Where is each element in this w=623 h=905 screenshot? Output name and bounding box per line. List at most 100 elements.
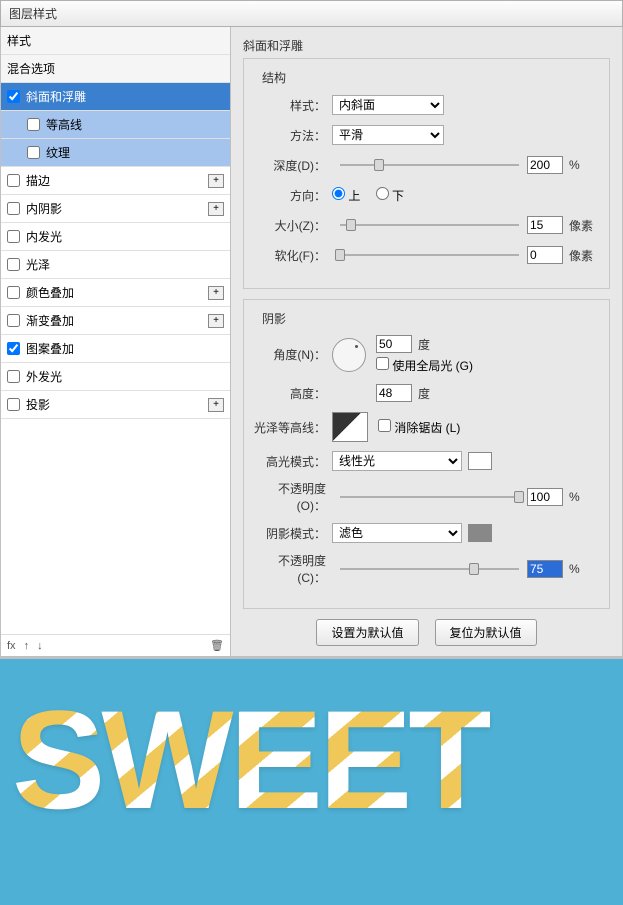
- checkbox-contour[interactable]: [27, 118, 40, 131]
- shading-group: 阴影 角度(N)： 度 使用全局光 (G) 高度：: [243, 299, 610, 609]
- checkbox-outer-glow[interactable]: [7, 370, 20, 383]
- add-stroke-button[interactable]: +: [208, 174, 224, 188]
- shading-title: 阴影: [258, 310, 290, 327]
- sidebar-item-label: 内发光: [26, 228, 62, 245]
- highlight-color-swatch[interactable]: [468, 452, 492, 470]
- checkbox-inner-glow[interactable]: [7, 230, 20, 243]
- sidebar-item-label: 渐变叠加: [26, 312, 74, 329]
- sidebar-item-label: 斜面和浮雕: [26, 88, 86, 105]
- shadow-mode-select[interactable]: 滤色: [332, 523, 462, 543]
- sidebar-header-label: 样式: [7, 32, 31, 49]
- sidebar-item-label: 等高线: [46, 116, 82, 133]
- fx-icon[interactable]: fx: [7, 640, 16, 652]
- reset-default-button[interactable]: 复位为默认值: [435, 619, 537, 646]
- checkbox-gradient-overlay[interactable]: [7, 314, 20, 327]
- altitude-input[interactable]: [376, 384, 412, 402]
- style-label: 样式：: [254, 97, 332, 114]
- main-content: 样式 混合选项 斜面和浮雕 等高线 纹理 描边 +: [0, 27, 623, 657]
- checkbox-satin[interactable]: [7, 258, 20, 271]
- checkbox-stroke[interactable]: [7, 174, 20, 187]
- antialias-checkbox[interactable]: 消除锯齿 (L): [378, 419, 460, 436]
- direction-label: 方向：: [254, 187, 332, 204]
- sidebar-item-texture[interactable]: 纹理: [1, 139, 230, 167]
- shadow-opacity-slider[interactable]: [340, 562, 519, 576]
- highlight-opacity-label: 不透明度(O)：: [254, 480, 332, 514]
- settings-panel: 斜面和浮雕 结构 样式： 内斜面 方法： 平滑 深度(D)： % 方向： 上: [231, 27, 622, 656]
- unit-px: 像素: [569, 247, 599, 264]
- checkbox-color-overlay[interactable]: [7, 286, 20, 299]
- sidebar-item-inner-glow[interactable]: 内发光: [1, 223, 230, 251]
- unit-deg: 度: [418, 385, 448, 402]
- soften-input[interactable]: [527, 246, 563, 264]
- soften-label: 软化(F)：: [254, 247, 332, 264]
- add-inner-shadow-button[interactable]: +: [208, 202, 224, 216]
- add-gradient-overlay-button[interactable]: +: [208, 314, 224, 328]
- checkbox-drop-shadow[interactable]: [7, 398, 20, 411]
- sidebar-header-blend[interactable]: 混合选项: [1, 55, 230, 83]
- angle-input[interactable]: [376, 335, 412, 353]
- sidebar-item-label: 颜色叠加: [26, 284, 74, 301]
- sidebar-header-label: 混合选项: [7, 60, 55, 77]
- shadow-color-swatch[interactable]: [468, 524, 492, 542]
- size-slider[interactable]: [340, 218, 519, 232]
- direction-radio-group: 上 下: [332, 187, 416, 204]
- checkbox-texture[interactable]: [27, 146, 40, 159]
- down-arrow-icon[interactable]: ↓: [37, 640, 43, 652]
- sidebar-item-contour[interactable]: 等高线: [1, 111, 230, 139]
- depth-slider[interactable]: [340, 158, 519, 172]
- structure-title: 结构: [258, 69, 290, 86]
- add-color-overlay-button[interactable]: +: [208, 286, 224, 300]
- method-select[interactable]: 平滑: [332, 125, 444, 145]
- sidebar-item-inner-shadow[interactable]: 内阴影 +: [1, 195, 230, 223]
- highlight-opacity-slider[interactable]: [340, 490, 519, 504]
- dialog-titlebar: 图层样式: [0, 0, 623, 27]
- dialog-title: 图层样式: [9, 7, 57, 21]
- checkbox-pattern-overlay[interactable]: [7, 342, 20, 355]
- add-drop-shadow-button[interactable]: +: [208, 398, 224, 412]
- sidebar-item-label: 描边: [26, 172, 50, 189]
- highlight-mode-label: 高光模式：: [254, 453, 332, 470]
- style-list: 样式 混合选项 斜面和浮雕 等高线 纹理 描边 +: [1, 27, 230, 634]
- sidebar-item-stroke[interactable]: 描边 +: [1, 167, 230, 195]
- method-label: 方法：: [254, 127, 332, 144]
- unit-pct: %: [569, 490, 599, 504]
- checkbox-inner-shadow[interactable]: [7, 202, 20, 215]
- panel-heading: 斜面和浮雕: [243, 37, 610, 54]
- angle-label: 角度(N)：: [254, 346, 332, 363]
- style-select[interactable]: 内斜面: [332, 95, 444, 115]
- trash-icon[interactable]: 🗑: [210, 639, 224, 652]
- sidebar-item-pattern-overlay[interactable]: 图案叠加: [1, 335, 230, 363]
- gloss-contour-picker[interactable]: [332, 412, 368, 442]
- unit-pct: %: [569, 562, 599, 576]
- sidebar-item-color-overlay[interactable]: 颜色叠加 +: [1, 279, 230, 307]
- unit-deg: 度: [418, 336, 448, 353]
- sidebar-item-gradient-overlay[interactable]: 渐变叠加 +: [1, 307, 230, 335]
- structure-group: 结构 样式： 内斜面 方法： 平滑 深度(D)： % 方向： 上 下: [243, 58, 610, 289]
- altitude-label: 高度：: [254, 385, 332, 402]
- sidebar-item-satin[interactable]: 光泽: [1, 251, 230, 279]
- sidebar-item-bevel[interactable]: 斜面和浮雕: [1, 83, 230, 111]
- angle-dial[interactable]: [332, 338, 366, 372]
- shadow-opacity-input[interactable]: [527, 560, 563, 578]
- sidebar-footer: fx ↑ ↓ 🗑: [1, 634, 230, 656]
- button-row: 设置为默认值 复位为默认值: [243, 619, 610, 646]
- highlight-opacity-input[interactable]: [527, 488, 563, 506]
- sidebar-item-label: 光泽: [26, 256, 50, 273]
- up-arrow-icon[interactable]: ↑: [24, 640, 30, 652]
- depth-label: 深度(D)：: [254, 157, 332, 174]
- sidebar-item-outer-glow[interactable]: 外发光: [1, 363, 230, 391]
- global-light-checkbox[interactable]: 使用全局光 (G): [376, 359, 473, 373]
- direction-down[interactable]: 下: [376, 189, 404, 203]
- canvas-preview: SWEET: [0, 657, 623, 905]
- make-default-button[interactable]: 设置为默认值: [316, 619, 418, 646]
- sidebar-header-styles[interactable]: 样式: [1, 27, 230, 55]
- sidebar-item-label: 图案叠加: [26, 340, 74, 357]
- checkbox-bevel[interactable]: [7, 90, 20, 103]
- direction-up[interactable]: 上: [332, 189, 360, 203]
- depth-input[interactable]: [527, 156, 563, 174]
- highlight-mode-select[interactable]: 线性光: [332, 451, 462, 471]
- sidebar-item-drop-shadow[interactable]: 投影 +: [1, 391, 230, 419]
- soften-slider[interactable]: [340, 248, 519, 262]
- sidebar-item-label: 纹理: [46, 144, 70, 161]
- size-input[interactable]: [527, 216, 563, 234]
